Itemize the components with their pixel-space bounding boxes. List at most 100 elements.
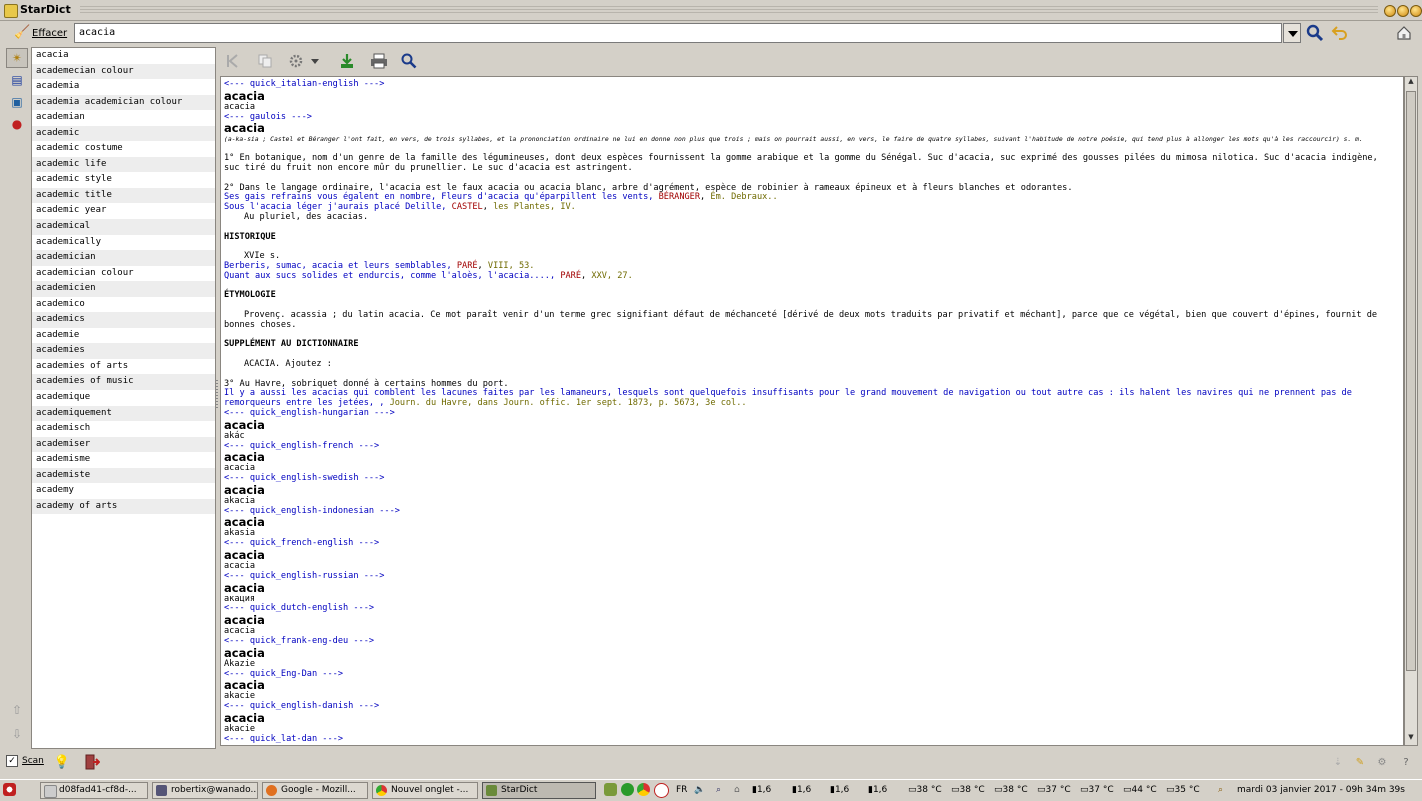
scan-checkbox[interactable]: ✓: [6, 755, 18, 767]
taskbar-item-stardict[interactable]: StarDict: [482, 782, 596, 799]
taskbar-item[interactable]: Nouvel onglet -...: [372, 782, 478, 799]
list-item[interactable]: academician colour: [32, 266, 215, 282]
home-button[interactable]: [1394, 23, 1414, 43]
list-item[interactable]: academy: [32, 483, 215, 499]
taskbar-item[interactable]: Google - Mozill...: [262, 782, 368, 799]
scroll-up-button[interactable]: ⇧: [6, 700, 28, 720]
word-list[interactable]: acacia academecian colour academia academia…: [31, 47, 216, 749]
list-item[interactable]: academies: [32, 343, 215, 359]
keyboard-layout[interactable]: FR: [676, 782, 687, 799]
dict-header[interactable]: <--- quick_frank-eng-deu --->: [224, 636, 1400, 647]
list-item[interactable]: academic costume: [32, 141, 215, 157]
dict-header[interactable]: <--- quick_english-indonesian --->: [224, 506, 1400, 517]
search-tray-icon[interactable]: ⌕: [716, 782, 721, 799]
list-item[interactable]: academico: [32, 297, 215, 313]
list-item[interactable]: academic life: [32, 156, 215, 173]
index-list-button[interactable]: ▤: [6, 70, 28, 90]
save-button[interactable]: [336, 50, 358, 72]
list-item[interactable]: academian: [32, 110, 215, 126]
dict-header[interactable]: <--- quick_english-french --->: [224, 441, 1400, 452]
green-status-icon[interactable]: [621, 783, 634, 796]
list-item[interactable]: academic title: [32, 187, 215, 204]
list-item[interactable]: academiser: [32, 436, 215, 453]
help-button[interactable]: ?: [1396, 752, 1416, 772]
debian-menu-icon[interactable]: [3, 783, 16, 796]
list-item[interactable]: academicien: [32, 281, 215, 297]
scrollbar-thumb[interactable]: [1406, 91, 1416, 671]
chrome-icon[interactable]: [637, 783, 650, 796]
list-item[interactable]: academiquement: [32, 405, 215, 422]
list-item[interactable]: academique: [32, 390, 215, 406]
list-item[interactable]: academic: [32, 125, 215, 142]
volume-icon[interactable]: 🔈: [694, 782, 705, 799]
list-item[interactable]: academiste: [32, 467, 215, 484]
go-back-button[interactable]: [222, 50, 244, 72]
pronunciation-note: (a-ka-sia ; Castel et Béranger l'ont fai…: [224, 135, 1363, 144]
quit-button[interactable]: [82, 752, 102, 772]
other-dictionaries: <--- quick_english-hungarian ---> acacia a…: [224, 408, 1400, 745]
manage-dicts-button[interactable]: ✎: [1350, 752, 1370, 772]
headword: acacia: [224, 417, 265, 432]
scroll-down-button[interactable]: ⇩: [6, 724, 28, 744]
dict-header[interactable]: <--- quick_french-english --->: [224, 538, 1400, 549]
lightbulb-button[interactable]: 💡: [52, 752, 72, 772]
list-item[interactable]: academician: [32, 250, 215, 266]
close-button[interactable]: [1410, 5, 1422, 17]
list-item[interactable]: acacia: [32, 48, 215, 64]
list-item[interactable]: academisch: [32, 421, 215, 437]
fuzzy-query-button[interactable]: ✴: [6, 48, 28, 68]
scan-toggle[interactable]: ✓ Scan: [6, 755, 44, 767]
minimize-button[interactable]: [1384, 5, 1396, 17]
print-button[interactable]: [368, 50, 390, 72]
dict-header[interactable]: <--- quick_english-danish --->: [224, 701, 1400, 712]
find-in-text-button[interactable]: [398, 50, 420, 72]
magnifier-tray-icon[interactable]: ⌕: [1218, 782, 1223, 799]
list-item[interactable]: academie: [32, 328, 215, 344]
definition-scrollbar[interactable]: ▲ ▼: [1404, 76, 1418, 746]
history-dropdown-button[interactable]: [1283, 23, 1301, 43]
definition-text: Provenç. acassia ; du latin acacia. Ce m…: [244, 309, 1378, 320]
dict-header[interactable]: <--- quick_english-russian --->: [224, 571, 1400, 582]
dict-header[interactable]: <--- quick_lat-dan --->: [224, 734, 1400, 745]
list-item[interactable]: academical: [32, 219, 215, 235]
search-button[interactable]: [1305, 23, 1325, 43]
list-item[interactable]: academia academician colour: [32, 94, 215, 111]
maximize-button[interactable]: [1397, 5, 1409, 17]
network-icon[interactable]: ⌂: [734, 782, 740, 799]
clear-button[interactable]: 🧹 Effacer: [14, 24, 67, 42]
dict-header[interactable]: <--- gaulois --->: [224, 112, 1400, 123]
definition-view[interactable]: <--- quick_italian-english ---> acacia a…: [220, 76, 1404, 746]
list-item[interactable]: academisme: [32, 452, 215, 468]
scroll-down-arrow-icon[interactable]: ▼: [1406, 733, 1416, 745]
list-item[interactable]: academy of arts: [32, 498, 215, 515]
taskbar-item[interactable]: robertix@wanado...: [152, 782, 258, 799]
clock-icon[interactable]: [654, 783, 669, 798]
back-button[interactable]: [1330, 23, 1350, 43]
list-item[interactable]: academies of music: [32, 374, 215, 391]
list-item[interactable]: academics: [32, 312, 215, 328]
clock[interactable]: mardi 03 janvier 2017 - 09h 34m 39s: [1237, 782, 1405, 799]
scroll-up-arrow-icon[interactable]: ▲: [1406, 77, 1416, 89]
dict-header[interactable]: <--- quick_italian-english --->: [224, 79, 1400, 90]
list-item[interactable]: academic year: [32, 203, 215, 219]
search-input[interactable]: acacia: [74, 23, 1282, 43]
list-item[interactable]: academecian colour: [32, 63, 215, 80]
taskbar-item[interactable]: d08fad41-cf8d-...: [40, 782, 148, 799]
dict-header[interactable]: <--- quick_dutch-english --->: [224, 604, 1400, 614]
plugins-menu-button[interactable]: [286, 50, 322, 72]
dict-header[interactable]: <--- quick_english-swedish --->: [224, 473, 1400, 484]
pronounce-button[interactable]: ⇣: [1328, 752, 1348, 772]
list-item[interactable]: academia: [32, 79, 215, 95]
preferences-button[interactable]: ⚙: [1372, 752, 1392, 772]
list-item[interactable]: academies of arts: [32, 359, 215, 375]
definition-text: suc tiré du fruit non encore mûr du prun…: [224, 162, 633, 173]
dict-header[interactable]: <--- quick_Eng-Dan --->: [224, 669, 1400, 680]
pane-splitter[interactable]: [215, 380, 218, 410]
dict-header[interactable]: <--- quick_english-hungarian --->: [224, 408, 1400, 419]
list-item[interactable]: academically: [32, 235, 215, 251]
tree-dict-button[interactable]: ●: [6, 114, 28, 134]
result-list-button[interactable]: ▣: [6, 92, 28, 112]
copy-button[interactable]: [254, 50, 276, 72]
list-item[interactable]: academic style: [32, 172, 215, 188]
books-icon[interactable]: [604, 783, 617, 796]
